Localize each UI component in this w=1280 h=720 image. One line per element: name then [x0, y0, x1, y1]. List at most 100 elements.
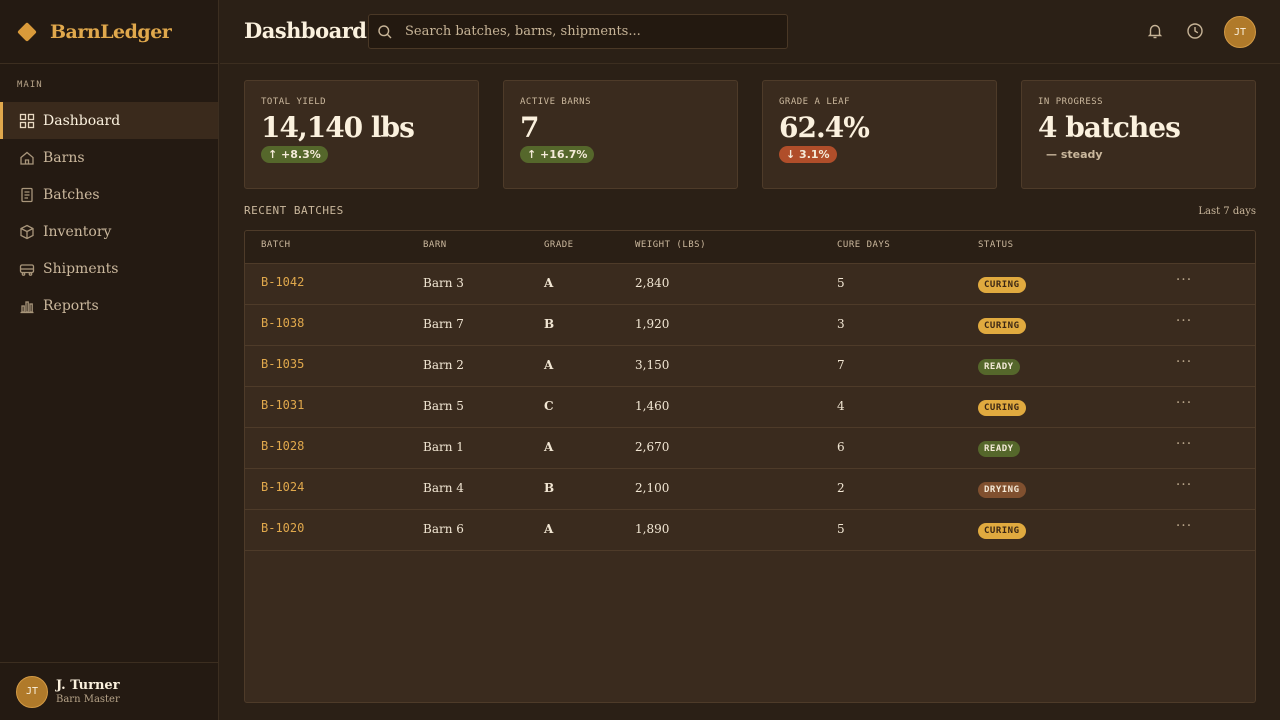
home-icon [19, 150, 35, 166]
column-header-status[interactable]: STATUS [978, 240, 1014, 250]
weight-cell: 3,150 [635, 358, 670, 372]
clock-icon[interactable] [1186, 22, 1204, 40]
sidebar-item-shipments[interactable]: Shipments [0, 250, 218, 287]
table-body: B-1042 Barn 3 A 2,840 5 CURING ··· B-1038 Barn 7… [245, 264, 1255, 551]
search-input[interactable] [405, 24, 775, 39]
truck-icon [19, 261, 35, 277]
column-header-cure-days[interactable]: CURE DAYS [837, 240, 890, 250]
grade-cell: A [544, 522, 554, 536]
barn-cell: Barn 4 [423, 481, 464, 495]
box-icon [19, 224, 35, 240]
nav-section-label: MAIN [17, 80, 43, 90]
table-row[interactable]: B-1042 Barn 3 A 2,840 5 CURING ··· [245, 264, 1255, 305]
cure-days-cell: 4 [837, 399, 845, 413]
stats-row: TOTAL YIELD 14,140 lbs ↑ +8.3% ACTIVE BA… [244, 80, 1256, 189]
table-row[interactable]: B-1038 Barn 7 B 1,920 3 CURING ··· [245, 305, 1255, 346]
weight-cell: 1,890 [635, 522, 670, 536]
status-badge: DRYING [978, 482, 1026, 498]
weight-cell: 2,100 [635, 481, 670, 495]
avatar: JT [16, 675, 48, 708]
brand-name: BarnLedger [50, 20, 172, 43]
batch-id-link[interactable]: B-1024 [261, 480, 304, 494]
user-name: J. Turner [56, 678, 120, 693]
table-row[interactable]: B-1020 Barn 6 A 1,890 5 CURING ··· [245, 510, 1255, 551]
more-options-icon[interactable]: ··· [1173, 272, 1195, 294]
sidebar-nav: Dashboard Barns Batches Inventory Shipme… [0, 102, 218, 324]
section-title: RECENT BATCHES [244, 204, 344, 217]
batch-id-link[interactable]: B-1042 [261, 275, 304, 289]
stat-delta-badge: ↓ 3.1% [779, 146, 837, 163]
more-options-icon[interactable]: ··· [1173, 395, 1195, 417]
batch-id-link[interactable]: B-1020 [261, 521, 304, 535]
top-header: Dashboard JT [220, 0, 1280, 64]
table-row[interactable]: B-1031 Barn 5 C 1,460 4 CURING ··· [245, 387, 1255, 428]
grid-icon [19, 113, 35, 129]
user-profile[interactable]: JT J. Turner Barn Master [0, 662, 219, 720]
stat-card-in-progress: IN PROGRESS 4 batches — steady [1021, 80, 1256, 189]
stat-label: GRADE A LEAF [779, 97, 851, 107]
batch-id-link[interactable]: B-1038 [261, 316, 304, 330]
stat-delta-badge: — steady [1046, 148, 1103, 161]
stat-value: 7 [520, 111, 539, 144]
stat-value: 14,140 lbs [261, 111, 415, 144]
batch-id-link[interactable]: B-1031 [261, 398, 304, 412]
sidebar-item-inventory[interactable]: Inventory [0, 213, 218, 250]
sidebar-item-batches[interactable]: Batches [0, 176, 218, 213]
column-header-barn[interactable]: BARN [423, 240, 447, 250]
grade-cell: C [544, 399, 554, 413]
barn-cell: Barn 1 [423, 440, 464, 454]
weight-cell: 1,920 [635, 317, 670, 331]
header-avatar[interactable]: JT [1224, 16, 1256, 48]
stat-card-active-barns: ACTIVE BARNS 7 ↑ +16.7% [503, 80, 738, 189]
weight-cell: 2,840 [635, 276, 670, 290]
barn-cell: Barn 5 [423, 399, 464, 413]
batches-table: BATCH BARN GRADE WEIGHT (LBS) CURE DAYS … [244, 230, 1256, 703]
weight-cell: 1,460 [635, 399, 670, 413]
brand[interactable]: BarnLedger [0, 0, 218, 64]
batch-id-link[interactable]: B-1035 [261, 357, 304, 371]
stat-label: TOTAL YIELD [261, 97, 327, 107]
more-options-icon[interactable]: ··· [1173, 313, 1195, 335]
grade-cell: A [544, 440, 554, 454]
cure-days-cell: 5 [837, 276, 845, 290]
document-icon [19, 187, 35, 203]
cure-days-cell: 7 [837, 358, 845, 372]
bar-chart-icon [19, 298, 35, 314]
table-row[interactable]: B-1028 Barn 1 A 2,670 6 READY ··· [245, 428, 1255, 469]
sidebar-item-dashboard[interactable]: Dashboard [0, 102, 218, 139]
search-icon [377, 24, 393, 40]
more-options-icon[interactable]: ··· [1173, 354, 1195, 376]
more-options-icon[interactable]: ··· [1173, 518, 1195, 540]
more-options-icon[interactable]: ··· [1173, 477, 1195, 499]
weight-cell: 2,670 [635, 440, 670, 454]
batch-id-link[interactable]: B-1028 [261, 439, 304, 453]
status-badge: CURING [978, 523, 1026, 539]
table-row[interactable]: B-1035 Barn 2 A 3,150 7 READY ··· [245, 346, 1255, 387]
table-row[interactable]: B-1024 Barn 4 B 2,100 2 DRYING ··· [245, 469, 1255, 510]
status-badge: CURING [978, 400, 1026, 416]
cure-days-cell: 3 [837, 317, 845, 331]
status-badge: CURING [978, 318, 1026, 334]
status-badge: READY [978, 441, 1020, 457]
column-header-grade[interactable]: GRADE [544, 240, 574, 250]
search-bar [368, 14, 788, 49]
diamond-logo-icon [17, 21, 37, 42]
sidebar-item-label: Shipments [43, 260, 119, 277]
stat-value: 4 batches [1038, 111, 1181, 144]
barn-cell: Barn 2 [423, 358, 464, 372]
stat-card-total-yield: TOTAL YIELD 14,140 lbs ↑ +8.3% [244, 80, 479, 189]
column-header-weight[interactable]: WEIGHT (LBS) [635, 240, 706, 250]
bell-icon[interactable] [1146, 22, 1164, 40]
cure-days-cell: 5 [837, 522, 845, 536]
date-range-label[interactable]: Last 7 days [1198, 206, 1256, 217]
status-badge: READY [978, 359, 1020, 375]
more-options-icon[interactable]: ··· [1173, 436, 1195, 458]
sidebar-item-barns[interactable]: Barns [0, 139, 218, 176]
sidebar-item-reports[interactable]: Reports [0, 287, 218, 324]
grade-cell: B [544, 317, 555, 331]
grade-cell: B [544, 481, 555, 495]
barn-cell: Barn 3 [423, 276, 464, 290]
stat-value: 62.4% [779, 111, 870, 144]
sidebar-item-label: Barns [43, 149, 85, 166]
column-header-batch[interactable]: BATCH [261, 240, 291, 250]
